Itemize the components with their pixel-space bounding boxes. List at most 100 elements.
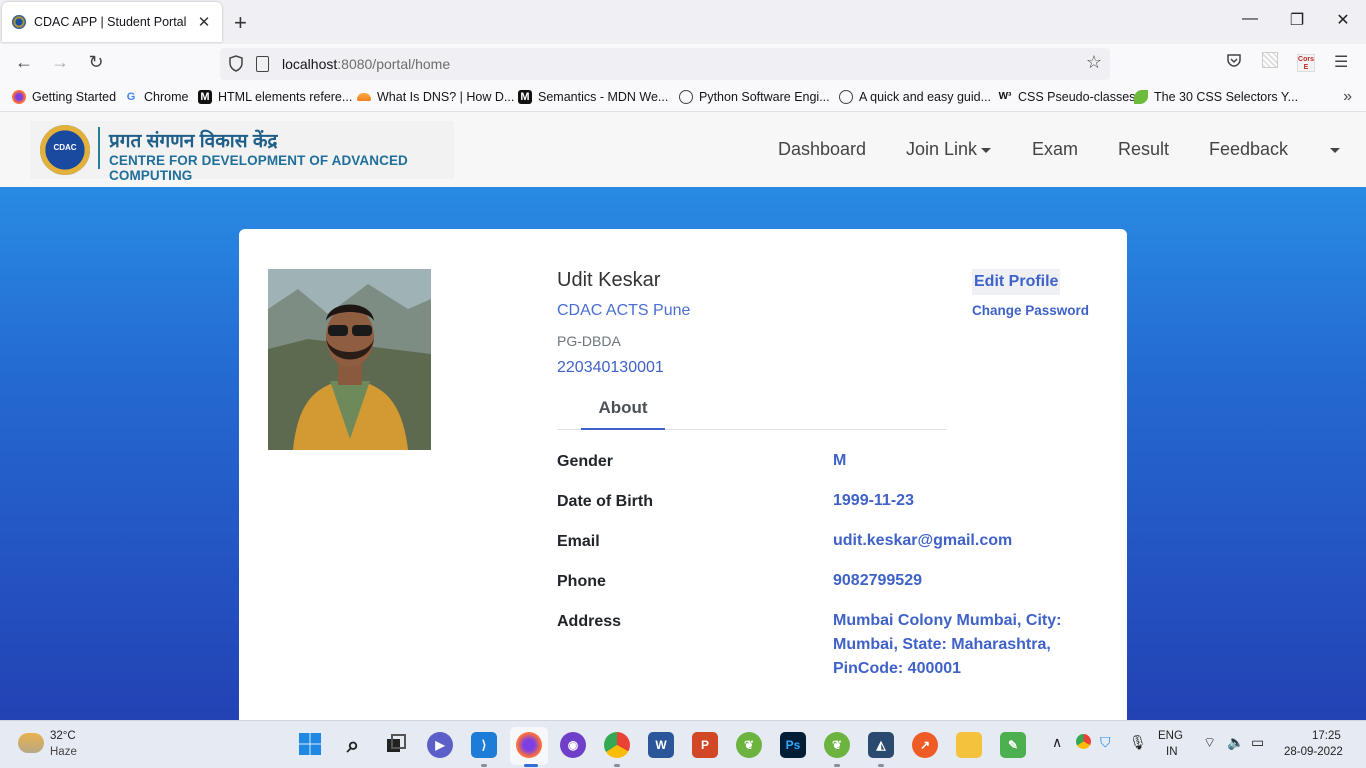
mdn-icon: M [518,90,532,104]
extension-grid-icon[interactable] [1262,52,1278,68]
nav-result[interactable]: Result [1118,139,1169,160]
search-icon[interactable]: ⌕ [340,732,366,758]
spring-boot-icon[interactable]: ❦ [824,732,850,758]
weather-haze-icon[interactable] [18,733,44,753]
powerpoint-icon[interactable]: P [692,732,718,758]
close-window-icon[interactable]: ✕ [1333,10,1353,30]
spring-tool-icon[interactable]: ❦ [736,732,762,758]
w3-icon: W³ [998,91,1012,102]
profile-card: Udit Keskar CDAC ACTS Pune PG-DBDA 22034… [239,229,1127,720]
microphone-icon[interactable]: 🎙 [1129,734,1147,751]
caret-down-icon [1330,147,1340,153]
phone-label: Phone [557,573,606,590]
photoshop-icon[interactable]: Ps [780,732,806,758]
bookmark-item[interactable]: G Chrome [124,90,189,104]
globe-icon [839,90,853,104]
address-value: Mumbai Colony Mumbai, City: Mumbai, Stat… [833,612,1062,677]
url-text[interactable]: localhost:8080/portal/home [282,56,450,72]
nav-dashboard[interactable]: Dashboard [778,139,866,160]
portal-page: CDAC प्रगत संगणन विकास केंद्र CENTRE FOR… [0,113,1366,720]
notepad-icon[interactable]: ✎ [1000,732,1026,758]
wifi-icon[interactable]: ⌔ [1203,734,1216,752]
cdac-logo[interactable]: CDAC प्रगत संगणन विकास केंद्र CENTRE FOR… [30,121,454,183]
word-icon[interactable]: W [648,732,674,758]
cloudflare-icon [357,93,371,101]
bookmark-item[interactable]: The 30 CSS Selectors Y... [1134,90,1298,104]
nav-exam[interactable]: Exam [1032,139,1078,160]
bookmark-item[interactable]: M HTML elements refere... [198,90,352,104]
dob-label: Date of Birth [557,493,653,510]
back-icon[interactable]: ← [12,52,36,73]
bookmark-item[interactable]: A quick and easy guid... [839,90,991,104]
bookmark-item[interactable]: Getting Started [12,90,116,104]
file-explorer-icon[interactable] [956,732,982,758]
github-desktop-icon[interactable]: ◉ [560,732,586,758]
minimize-icon[interactable]: — [1240,10,1260,28]
windows-start-icon[interactable] [297,732,323,758]
caret-down-icon [981,147,992,153]
chrome-taskbar-icon[interactable] [604,732,630,758]
student-center: CDAC ACTS Pune [557,302,691,319]
security-shield-icon[interactable]: ⛉ [1100,734,1111,751]
firefox-icon [12,90,26,104]
chevron-up-icon[interactable]: ∧ [1052,734,1062,751]
menu-hamburger-icon[interactable]: ☰ [1334,52,1348,72]
shield-icon[interactable] [228,55,244,72]
address-bar[interactable]: localhost:8080/portal/home ☆ [220,48,1110,80]
pocket-icon[interactable] [1226,52,1242,73]
student-course: PG-DBDA [557,333,621,349]
phone-value: 9082799529 [833,572,922,589]
postman-icon[interactable]: ↗ [912,732,938,758]
change-password-link[interactable]: Change Password [972,303,1089,318]
bookmarks-bar: Getting Started G Chrome M HTML elements r… [0,84,1366,112]
bookmark-item[interactable]: M Semantics - MDN We... [518,90,668,104]
chevron-more-icon[interactable]: » [1343,88,1352,106]
running-indicator [878,764,884,767]
active-indicator [524,764,538,767]
page-info-icon[interactable] [256,56,269,72]
edit-profile-button[interactable]: Edit Profile [972,269,1061,295]
new-tab-icon[interactable]: + [234,10,247,36]
restore-icon[interactable]: ❐ [1287,10,1307,30]
nav-join-link[interactable]: Join Link [906,139,992,160]
reload-icon[interactable]: ↻ [84,52,108,73]
clock-date[interactable]: 28-09-2022 [1284,746,1343,758]
address-label: Address [557,613,622,630]
weather-temp[interactable]: 32°C [50,730,76,742]
volume-icon[interactable]: 🔈 [1227,734,1244,751]
email-label: Email [557,533,600,550]
vscode-icon[interactable]: ⟩ [471,732,497,758]
bookmark-item[interactable]: What Is DNS? | How D... [357,90,514,104]
firefox-taskbar-icon[interactable] [516,732,542,758]
nav-feedback[interactable]: Feedback [1209,139,1288,160]
user-dropdown-toggle[interactable] [1326,139,1340,160]
cors-extension-icon[interactable]: Cors E [1297,54,1315,72]
browser-tab[interactable]: CDAC APP | Student Portal ✕ [2,2,222,42]
battery-icon[interactable]: ▭ [1251,734,1264,751]
logo-hindi-text: प्रगत संगणन विकास केंद्र [109,131,278,152]
student-prn: 220340130001 [557,359,664,376]
email-value: udit.keskar@gmail.com [833,532,1013,549]
cdac-emblem-icon: CDAC [40,125,90,175]
task-view-icon[interactable] [383,732,409,758]
browser-tab-bar: CDAC APP | Student Portal ✕ + — ❐ ✕ [0,0,1366,44]
gender-value: M [833,452,847,469]
google-icon: G [126,91,136,103]
logo-english-text: CENTRE FOR DEVELOPMENT OF ADVANCED COMPU… [109,153,408,183]
tab-about[interactable]: About [581,395,665,430]
bookmark-star-icon[interactable]: ☆ [1086,52,1102,73]
profile-photo [268,269,431,450]
site-header: CDAC प्रगत संगणन विकास केंद्र CENTRE FOR… [0,113,1366,187]
clock-time[interactable]: 17:25 [1312,730,1341,742]
region-indicator[interactable]: IN [1166,746,1178,758]
close-tab-icon[interactable]: ✕ [196,13,212,31]
bookmark-item[interactable]: Python Software Engi... [679,90,830,104]
chat-icon[interactable]: ▶ [427,732,453,758]
language-indicator[interactable]: ENG [1158,730,1183,742]
mysql-workbench-icon[interactable]: ◭ [868,732,894,758]
dob-value: 1999-11-23 [833,492,914,509]
weather-desc[interactable]: Haze [50,746,77,758]
bookmark-item[interactable]: W³ CSS Pseudo-classes [998,90,1136,104]
forward-icon[interactable]: → [48,52,72,73]
chrome-tray-icon[interactable] [1076,734,1091,749]
